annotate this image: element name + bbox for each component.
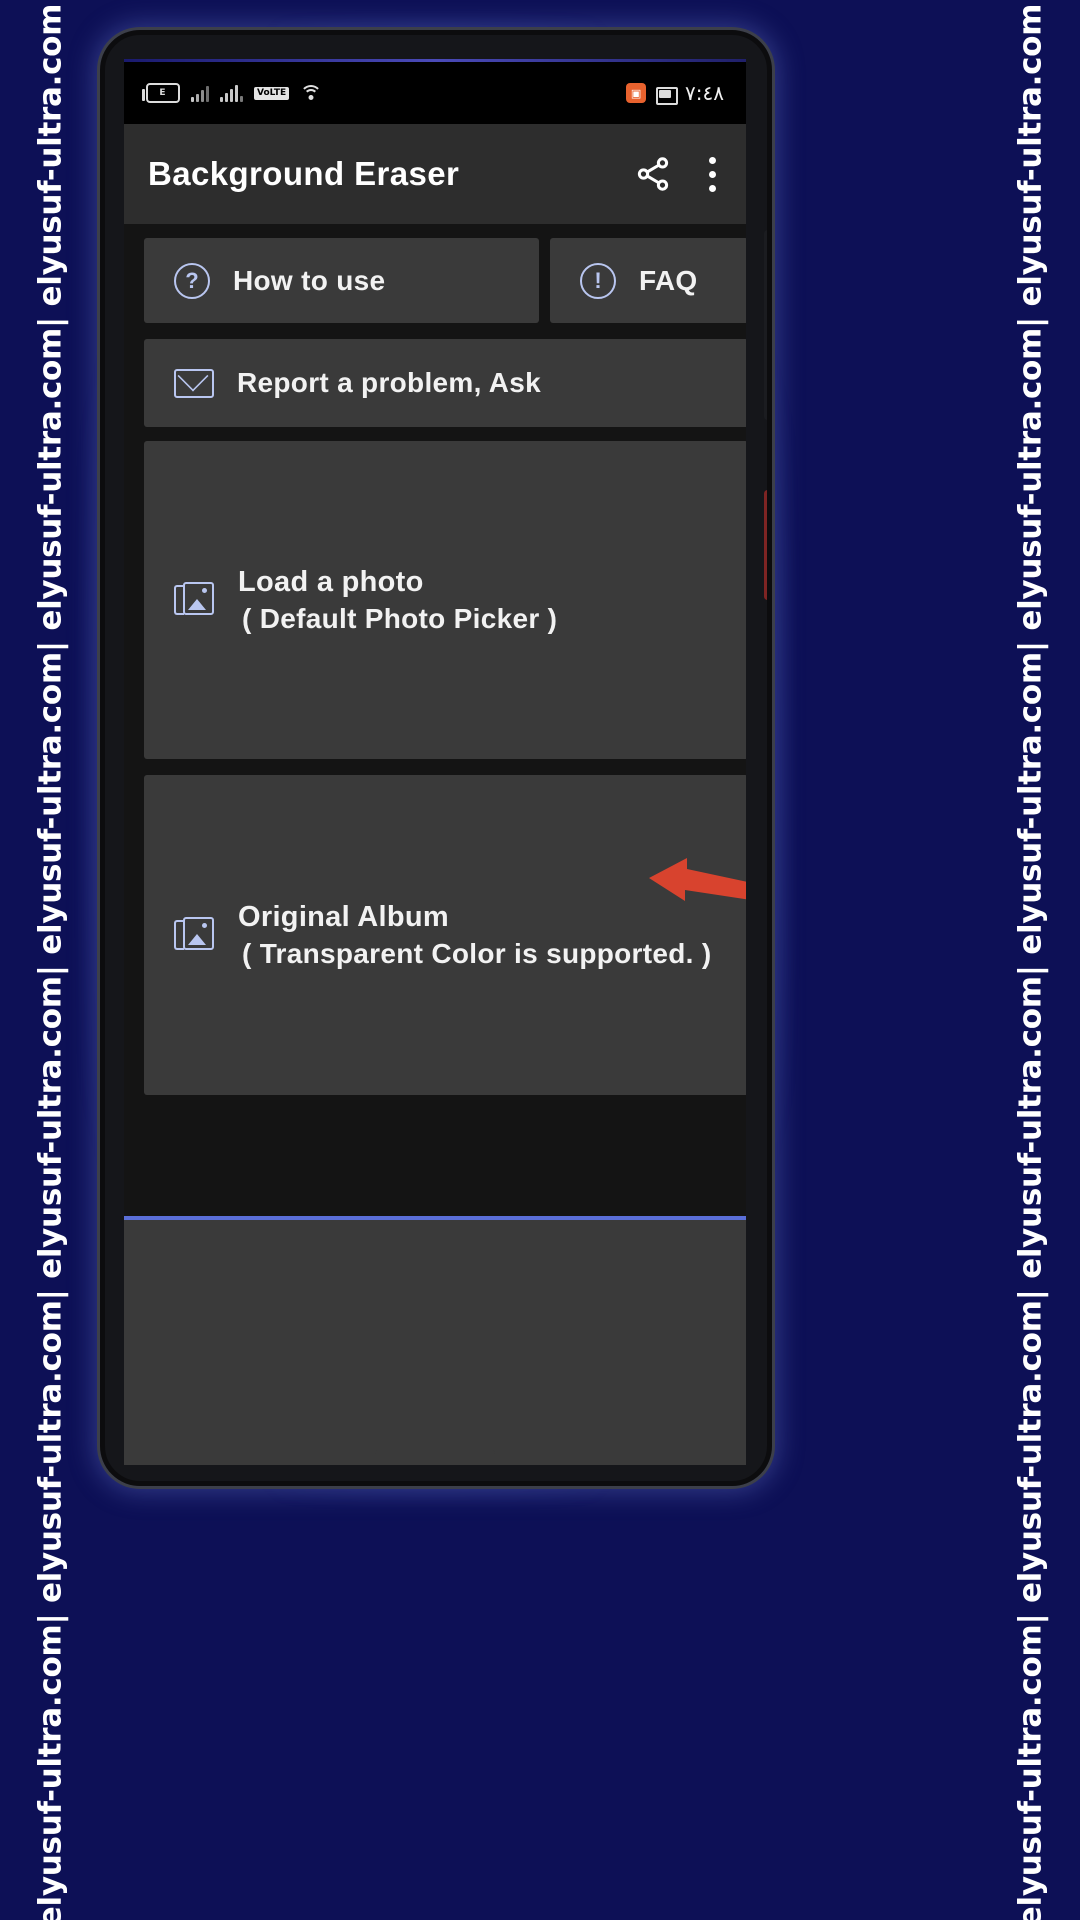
volume-button[interactable] — [764, 230, 767, 420]
app-bar: Background Eraser — [124, 124, 746, 224]
envelope-icon — [174, 368, 214, 398]
status-bar-clock: ٧:٤٨ — [685, 81, 724, 105]
wifi-icon — [300, 84, 323, 102]
signal-bars-icon-2 — [220, 84, 243, 102]
main-content: ? How to use ! FAQ Report a problem, Ask — [124, 224, 746, 1465]
signal-bars-icon-1 — [191, 84, 209, 102]
status-bar-right-icons: ▣ ٧:٤٨ — [626, 81, 724, 105]
load-a-photo-subtitle: ( Default Photo Picker ) — [242, 602, 558, 634]
load-a-photo-title: Load a photo — [238, 565, 424, 598]
how-to-use-button[interactable]: ? How to use — [144, 238, 539, 323]
battery-icon — [655, 84, 679, 105]
original-album-title: Original Album — [238, 900, 449, 933]
app-bar-actions — [634, 153, 722, 196]
faq-button[interactable]: ! FAQ — [550, 238, 746, 323]
watermark-text-right: elyusuf-ultra.com| elyusuf-ultra.com| el… — [1012, 0, 1049, 1920]
overflow-menu-icon[interactable] — [702, 153, 722, 196]
sim-card-icon: E — [142, 83, 180, 103]
share-icon[interactable] — [634, 155, 672, 193]
app-notification-icon: ▣ — [626, 83, 647, 103]
photo-library-icon — [174, 917, 214, 953]
load-a-photo-card[interactable]: Load a photo ( Default Photo Picker ) — [144, 441, 746, 759]
watermark-rail-right: elyusuf-ultra.com| elyusuf-ultra.com| el… — [980, 0, 1080, 1920]
load-a-photo-text: Load a photo ( Default Photo Picker ) — [238, 566, 557, 635]
phone-device-frame: E VoLTE ▣ ٧:٤٨ Background Eraser ? How t… — [100, 30, 772, 1486]
photo-library-icon — [174, 582, 214, 618]
report-problem-label: Report a problem, Ask — [237, 367, 541, 398]
question-circle-icon: ? — [174, 262, 210, 299]
original-album-card[interactable]: Original Album ( Transparent Color is su… — [144, 775, 746, 1095]
exclamation-circle-icon: ! — [580, 262, 616, 299]
bottom-ad-pane — [124, 1220, 746, 1465]
phone-screen: E VoLTE ▣ ٧:٤٨ Background Eraser ? How t… — [124, 59, 746, 1465]
volte-icon: VoLTE — [254, 86, 290, 100]
help-button-row: ? How to use ! FAQ — [124, 238, 746, 323]
status-bar-left-icons: E VoLTE — [142, 83, 323, 103]
status-bar: E VoLTE ▣ ٧:٤٨ — [124, 62, 746, 124]
how-to-use-label: How to use — [233, 264, 386, 296]
report-problem-button[interactable]: Report a problem, Ask — [144, 339, 746, 427]
original-album-subtitle: ( Transparent Color is supported. ) — [242, 937, 712, 969]
original-album-text: Original Album ( Transparent Color is su… — [238, 901, 711, 970]
power-button[interactable] — [764, 490, 767, 600]
faq-label: FAQ — [639, 264, 698, 296]
watermark-text-left: elyusuf-ultra.com| elyusuf-ultra.com| el… — [32, 0, 69, 1920]
navigation-gesture-bar — [375, 1450, 495, 1455]
page-title: Background Eraser — [148, 155, 460, 192]
